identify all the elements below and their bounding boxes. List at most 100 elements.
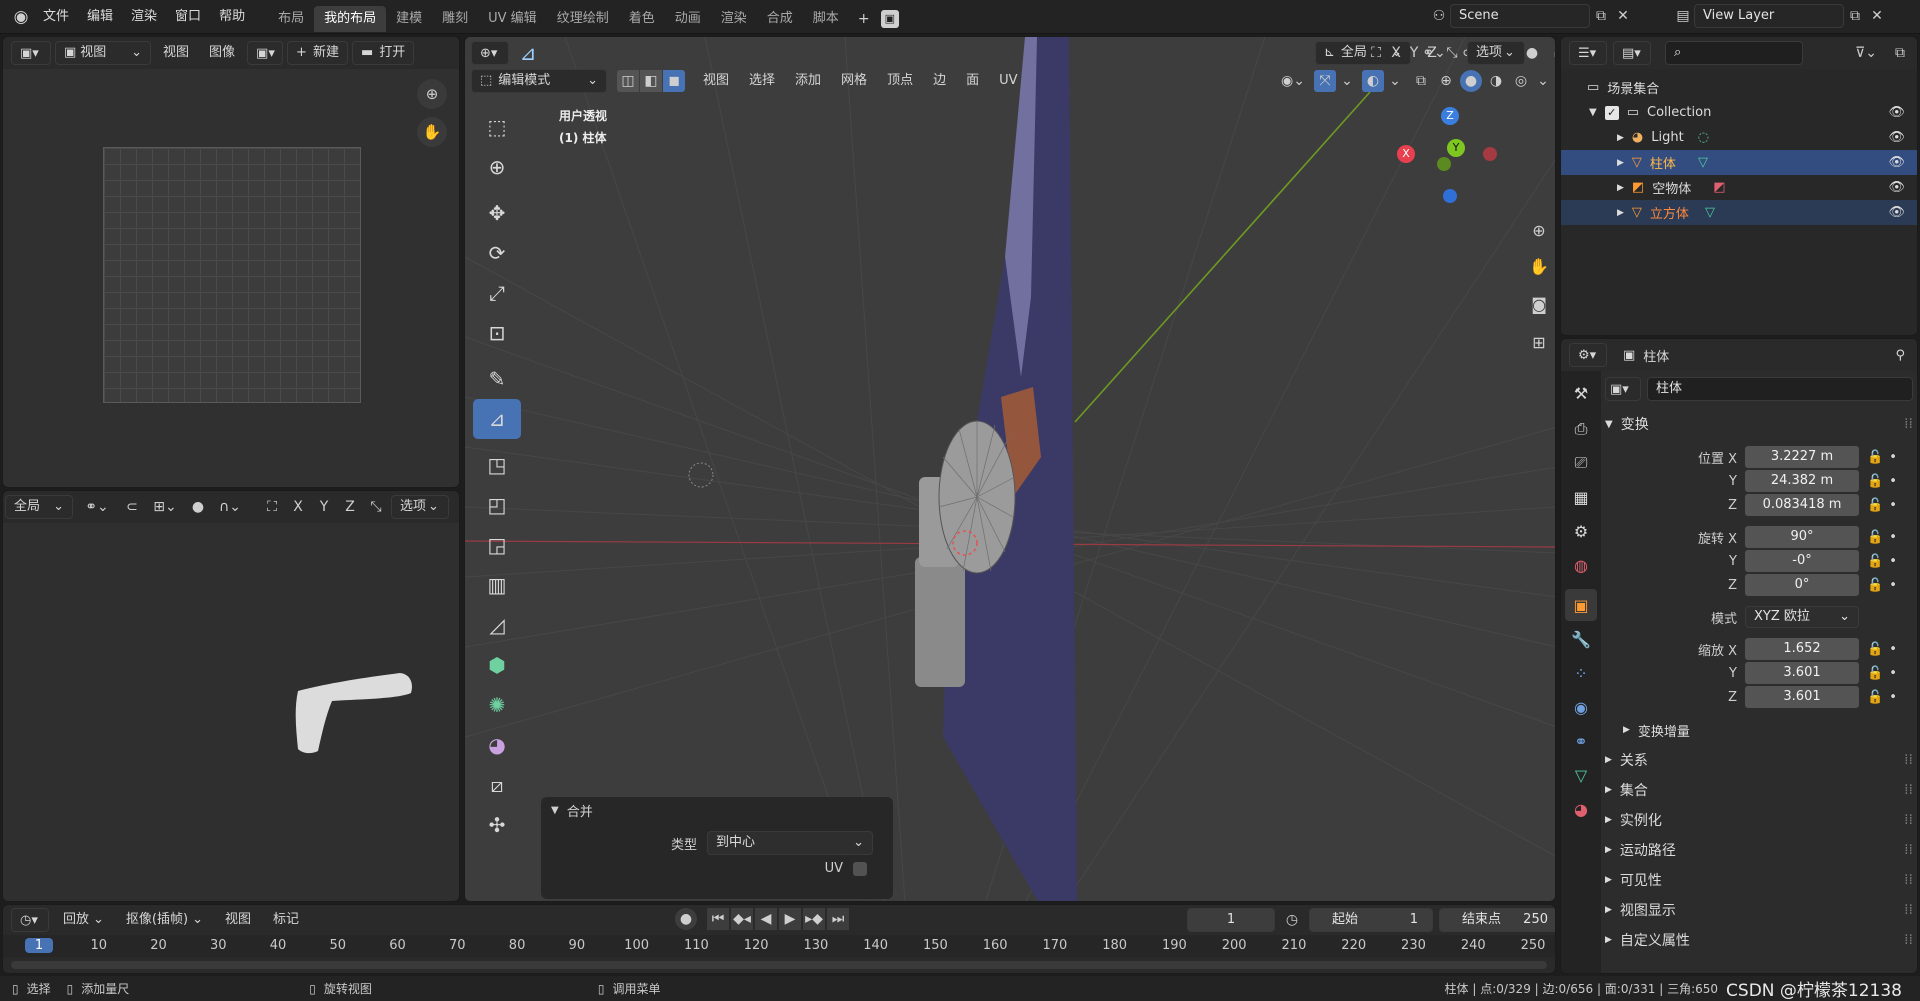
location-z-field[interactable]: 0.083418 m (1745, 494, 1859, 516)
viewport-editor-type-button[interactable]: ⊕▾ (471, 41, 509, 65)
jump-start-icon[interactable]: ⏮ (707, 908, 729, 930)
blender-logo-icon[interactable]: ◉ (8, 6, 34, 28)
prev-keyframe-icon[interactable]: ◆◂ (731, 908, 753, 930)
gizmo-neg-x-axis[interactable] (1483, 147, 1497, 161)
mirror-icon[interactable]: ⛶ (261, 496, 283, 518)
tab-shading[interactable]: 着色 (619, 6, 665, 32)
image-browse-button[interactable]: ▣▾ (247, 41, 284, 65)
constraints-tab-icon[interactable]: ⚭ (1565, 725, 1597, 757)
visibility-eye-icon[interactable]: 👁 (1888, 130, 1905, 145)
lock-icon[interactable]: 🔓 (1867, 450, 1883, 465)
spin-tool[interactable]: ✺ (473, 685, 521, 725)
proportional-falloff-icon[interactable]: ∩⌄ (1547, 42, 1555, 64)
drag-handle-icon[interactable]: ⁞⁞ (1904, 842, 1913, 858)
material-tab-icon[interactable]: ◕ (1565, 793, 1597, 825)
view-layer-copy-icon[interactable]: ⧉ (1844, 5, 1866, 27)
keyframe-dot-icon[interactable]: • (1889, 642, 1897, 657)
viewport-zoom-icon[interactable]: ⊕ (1525, 213, 1553, 247)
auto-merge-icon[interactable]: ⤡ (365, 496, 387, 518)
lock-icon[interactable]: 🔓 (1867, 642, 1883, 657)
tab-animation[interactable]: 动画 (665, 6, 711, 32)
scale-tool[interactable]: ⤢ (473, 273, 521, 313)
poly-build-tool[interactable]: ⬢ (473, 645, 521, 685)
falloff-icon[interactable]: ∩⌄ (213, 496, 247, 518)
view-layer-icon[interactable]: ▤ (1672, 5, 1694, 27)
rotation-x-field[interactable]: 90° (1745, 526, 1859, 548)
location-x-field[interactable]: 3.2227 m (1745, 446, 1859, 468)
lock-icon[interactable]: 🔓 (1867, 498, 1883, 513)
viewport-axis-x[interactable]: X (1387, 42, 1405, 64)
transform-section-header[interactable]: ▼ 变换 ⁞⁞ (1605, 409, 1913, 439)
current-frame-marker[interactable]: 1 (25, 938, 53, 953)
play-icon[interactable]: ▶ (779, 908, 801, 930)
drag-handle-icon[interactable]: ⁞⁞ (1904, 932, 1913, 948)
tab-my-layout[interactable]: 我的布局 (314, 5, 387, 32)
cursor-tool[interactable]: ⊕ (473, 147, 521, 187)
visibility-icon[interactable]: ◉⌄ (1275, 70, 1311, 92)
lock-icon[interactable]: 🔓 (1867, 530, 1883, 545)
keyframe-dot-icon[interactable]: • (1889, 450, 1897, 465)
select-box-tool[interactable]: ⬚ (473, 107, 521, 147)
edge-select-icon[interactable]: ◧ (640, 70, 662, 92)
camera-view-icon[interactable]: ◙ (1525, 285, 1553, 323)
shear-tool[interactable]: ⧄ (473, 765, 521, 805)
drag-handle-icon[interactable]: ⁞⁞ (1904, 752, 1913, 768)
pivot-icon[interactable]: ⚭⌄ (77, 496, 117, 518)
keying-menu[interactable]: 抠像(插帧) ⌄ (118, 908, 211, 932)
properties-editor-type-button[interactable]: ⚙▾ (1569, 343, 1607, 367)
viewport-menu-face[interactable]: 面 (958, 69, 987, 93)
proportional-edit-icon[interactable]: ● (187, 496, 209, 518)
image-view-menu[interactable]: 视图 (155, 41, 197, 65)
visibility-eye-icon[interactable]: 👁 (1888, 155, 1905, 170)
solid-shading-icon[interactable]: ● (1460, 70, 1482, 92)
keyframe-dot-icon[interactable]: • (1889, 578, 1897, 593)
lower-orientation-dropdown[interactable]: 全局 ⌄ (5, 495, 73, 519)
mesh-data-tab-icon[interactable]: ▽ (1565, 759, 1597, 791)
menu-window[interactable]: 窗口 (166, 0, 210, 34)
visibility-eye-icon[interactable]: 👁 (1888, 205, 1905, 220)
snap-magnet-icon[interactable]: ⊂ (121, 496, 143, 518)
outliner-row-cube[interactable]: ▶ ▽ 立方体 ▽ 👁 (1561, 200, 1917, 225)
scene-icon[interactable]: ⚇ (1428, 5, 1450, 27)
lock-icon[interactable]: 🔓 (1867, 474, 1883, 489)
motion-paths-section[interactable]: ▶ 运动路径 ⁞⁞ (1605, 835, 1913, 865)
outliner-editor-type-button[interactable]: ☰▾ (1569, 41, 1607, 65)
jump-end-icon[interactable]: ⏭ (827, 908, 849, 930)
stopwatch-icon[interactable]: ◷ (1281, 909, 1303, 931)
gizmo-y-axis[interactable]: Y (1447, 139, 1465, 157)
overlay-toggle-icon[interactable]: ◐ (1362, 70, 1384, 92)
wireframe-shading-icon[interactable]: ⊕ (1435, 70, 1457, 92)
particles-tab-icon[interactable]: ⁘ (1565, 657, 1597, 689)
add-workspace-icon[interactable]: + (853, 8, 875, 30)
outliner-display-mode-button[interactable]: ▤▾ (1613, 41, 1651, 65)
menu-file[interactable]: 文件 (34, 0, 78, 34)
view-layer-remove-icon[interactable]: ✕ (1866, 5, 1888, 27)
annotate-tool[interactable]: ✎ (473, 359, 521, 399)
outliner-row-light[interactable]: ▶ ◕ Light ◌ 👁 (1561, 125, 1917, 150)
zoom-icon[interactable]: ⊕ (417, 79, 447, 109)
visibility-section[interactable]: ▶ 可见性 ⁞⁞ (1605, 865, 1913, 895)
image-view-mode-dropdown[interactable]: ▣ 视图 ⌄ (55, 41, 151, 65)
merge-uv-checkbox[interactable] (853, 861, 867, 876)
drag-handle-icon[interactable]: ⁞⁞ (1904, 812, 1913, 828)
viewport-menu-edge[interactable]: 边 (925, 69, 954, 93)
viewport-menu-uv[interactable]: UV (991, 69, 1025, 93)
workspace-script-icon[interactable]: ▣ (880, 9, 899, 28)
drag-handle-icon[interactable]: ⁞⁞ (1904, 872, 1913, 888)
menu-edit[interactable]: 编辑 (78, 0, 122, 34)
outliner-row-collection[interactable]: ▼ ✓ ▭ Collection 👁 (1561, 100, 1917, 125)
tab-rendering[interactable]: 渲染 (711, 6, 757, 32)
current-frame-field[interactable]: 1 (1187, 908, 1275, 932)
instancing-section[interactable]: ▶ 实例化 ⁞⁞ (1605, 805, 1913, 835)
navigation-gizmo[interactable]: Z Y X (1395, 105, 1505, 205)
next-keyframe-icon[interactable]: ▸◆ (803, 908, 825, 930)
viewport-axis-z[interactable]: Z (1423, 42, 1441, 64)
record-icon[interactable]: ● (675, 908, 697, 930)
visibility-eye-icon[interactable]: 👁 (1888, 105, 1905, 120)
viewport-menu-select[interactable]: 选择 (741, 69, 783, 93)
drag-handle-icon[interactable]: ⁞⁞ (1904, 782, 1913, 798)
new-image-button[interactable]: + 新建 (287, 41, 348, 65)
rotation-y-field[interactable]: -0° (1745, 550, 1859, 572)
frame-end-field[interactable]: 结束点 250 (1439, 908, 1555, 932)
object-tab-icon[interactable]: ▣ (1565, 589, 1597, 621)
